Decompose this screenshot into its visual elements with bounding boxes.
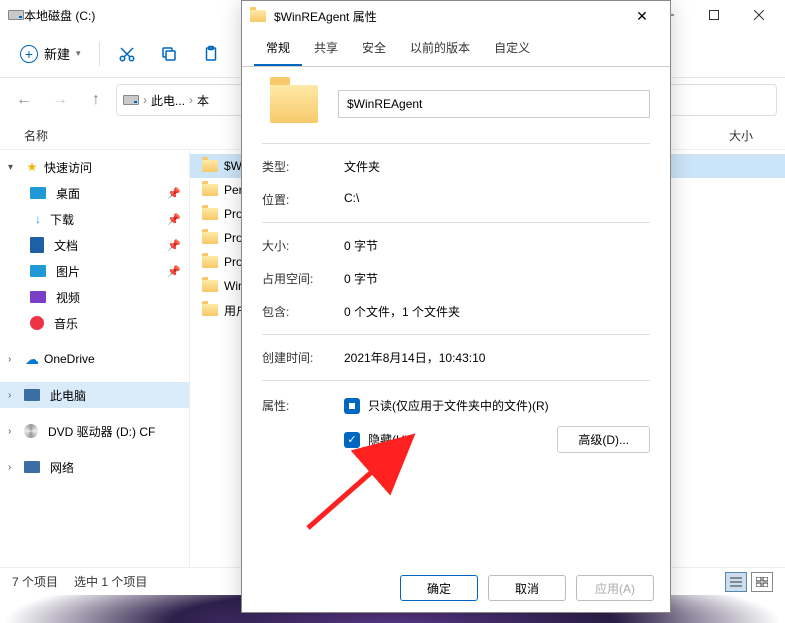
hidden-checkbox[interactable]: ✓ xyxy=(344,432,360,448)
folder-icon xyxy=(202,160,218,172)
pin-icon: 📌 xyxy=(167,213,181,226)
location-value: C:\ xyxy=(344,191,650,208)
document-icon xyxy=(30,237,44,253)
size-on-disk-value: 0 字节 xyxy=(344,270,650,287)
pin-icon: 📌 xyxy=(167,239,181,252)
network-icon xyxy=(24,461,40,473)
attributes-label: 属性: xyxy=(262,397,344,414)
cloud-icon: ☁ xyxy=(24,351,40,367)
breadcrumb-segment[interactable]: 本 xyxy=(197,92,209,109)
close-button[interactable] xyxy=(736,0,781,30)
contains-value: 0 个文件，1 个文件夹 xyxy=(344,303,650,320)
sidebar-desktop[interactable]: 桌面📌 xyxy=(0,180,189,206)
dvd-icon xyxy=(24,424,38,438)
download-icon: ↓ xyxy=(30,211,46,227)
sidebar-music[interactable]: 音乐 xyxy=(0,310,189,336)
ok-button[interactable]: 确定 xyxy=(400,575,478,601)
picture-icon xyxy=(30,265,46,277)
tab-previous-versions[interactable]: 以前的版本 xyxy=(398,31,482,66)
sidebar-this-pc[interactable]: ›此电脑 xyxy=(0,382,189,408)
dialog-titlebar[interactable]: $WinREAgent 属性 ✕ xyxy=(242,1,670,31)
cut-button[interactable] xyxy=(108,38,146,70)
pc-icon xyxy=(24,389,40,401)
folder-icon xyxy=(202,208,218,220)
sidebar-quick-access[interactable]: ▾★快速访问 xyxy=(0,154,189,180)
col-name[interactable]: 名称 xyxy=(24,127,48,144)
folder-icon xyxy=(202,184,218,196)
location-label: 位置: xyxy=(262,191,344,208)
desktop-icon xyxy=(30,187,46,199)
folder-large-icon xyxy=(270,85,318,123)
video-icon xyxy=(30,291,46,303)
tab-general[interactable]: 常规 xyxy=(254,31,302,66)
tab-customize[interactable]: 自定义 xyxy=(482,31,542,66)
size-value: 0 字节 xyxy=(344,237,650,254)
folder-icon xyxy=(202,280,218,292)
selection-count: 选中 1 个项目 xyxy=(74,573,147,590)
folder-icon xyxy=(202,256,218,268)
details-view-button[interactable] xyxy=(725,572,747,592)
dialog-footer: 确定 取消 应用(A) xyxy=(242,564,670,612)
sidebar-videos[interactable]: 视频 xyxy=(0,284,189,310)
hidden-label: 隐藏(H) xyxy=(368,431,409,448)
sidebar-network[interactable]: ›网络 xyxy=(0,454,189,480)
music-icon xyxy=(30,316,44,330)
created-label: 创建时间: xyxy=(262,349,344,366)
folder-icon xyxy=(202,304,218,316)
type-label: 类型: xyxy=(262,158,344,175)
readonly-label: 只读(仅应用于文件夹中的文件)(R) xyxy=(368,397,549,414)
sidebar-pictures[interactable]: 图片📌 xyxy=(0,258,189,284)
cancel-button[interactable]: 取消 xyxy=(488,575,566,601)
maximize-button[interactable] xyxy=(691,0,736,30)
readonly-checkbox[interactable] xyxy=(344,398,360,414)
plus-icon: + xyxy=(20,45,38,63)
new-button[interactable]: + 新建 ▾ xyxy=(10,38,91,69)
tab-sharing[interactable]: 共享 xyxy=(302,31,350,66)
advanced-button[interactable]: 高级(D)... xyxy=(557,426,650,453)
folder-icon xyxy=(250,10,266,22)
chevron-down-icon: ▾ xyxy=(76,48,81,59)
col-size[interactable]: 大小 xyxy=(729,127,773,144)
copy-button[interactable] xyxy=(150,38,188,70)
back-button[interactable]: ← xyxy=(8,84,40,116)
icons-view-button[interactable] xyxy=(751,572,773,592)
folder-name-input[interactable] xyxy=(338,90,650,118)
apply-button[interactable]: 应用(A) xyxy=(576,575,654,601)
properties-dialog: $WinREAgent 属性 ✕ 常规 共享 安全 以前的版本 自定义 类型:文… xyxy=(241,0,671,613)
star-icon: ★ xyxy=(24,159,40,175)
paste-button[interactable] xyxy=(192,38,230,70)
pin-icon: 📌 xyxy=(167,187,181,200)
folder-icon xyxy=(202,232,218,244)
pin-icon: 📌 xyxy=(167,265,181,278)
forward-button[interactable]: → xyxy=(44,84,76,116)
drive-icon xyxy=(123,92,139,108)
breadcrumb-segment[interactable]: 此电... xyxy=(151,92,185,109)
sidebar: ▾★快速访问 桌面📌 ↓下载📌 文档📌 图片📌 视频 音乐 ›☁OneDrive… xyxy=(0,150,190,567)
sidebar-onedrive[interactable]: ›☁OneDrive xyxy=(0,346,189,372)
dialog-close-button[interactable]: ✕ xyxy=(622,2,662,30)
item-count: 7 个项目 xyxy=(12,573,58,590)
contains-label: 包含: xyxy=(262,303,344,320)
drive-icon xyxy=(8,7,24,23)
size-label: 大小: xyxy=(262,237,344,254)
dialog-tabs: 常规 共享 安全 以前的版本 自定义 xyxy=(242,31,670,67)
sidebar-documents[interactable]: 文档📌 xyxy=(0,232,189,258)
type-value: 文件夹 xyxy=(344,158,650,175)
new-label: 新建 xyxy=(44,44,70,63)
dialog-title: $WinREAgent 属性 xyxy=(274,8,377,25)
size-on-disk-label: 占用空间: xyxy=(262,270,344,287)
sidebar-downloads[interactable]: ↓下载📌 xyxy=(0,206,189,232)
window-title: 本地磁盘 (C:) xyxy=(24,7,95,24)
up-button[interactable]: ↑ xyxy=(80,84,112,116)
created-value: 2021年8月14日，10:43:10 xyxy=(344,349,650,366)
tab-security[interactable]: 安全 xyxy=(350,31,398,66)
sidebar-dvd[interactable]: ›DVD 驱动器 (D:) CF xyxy=(0,418,189,444)
